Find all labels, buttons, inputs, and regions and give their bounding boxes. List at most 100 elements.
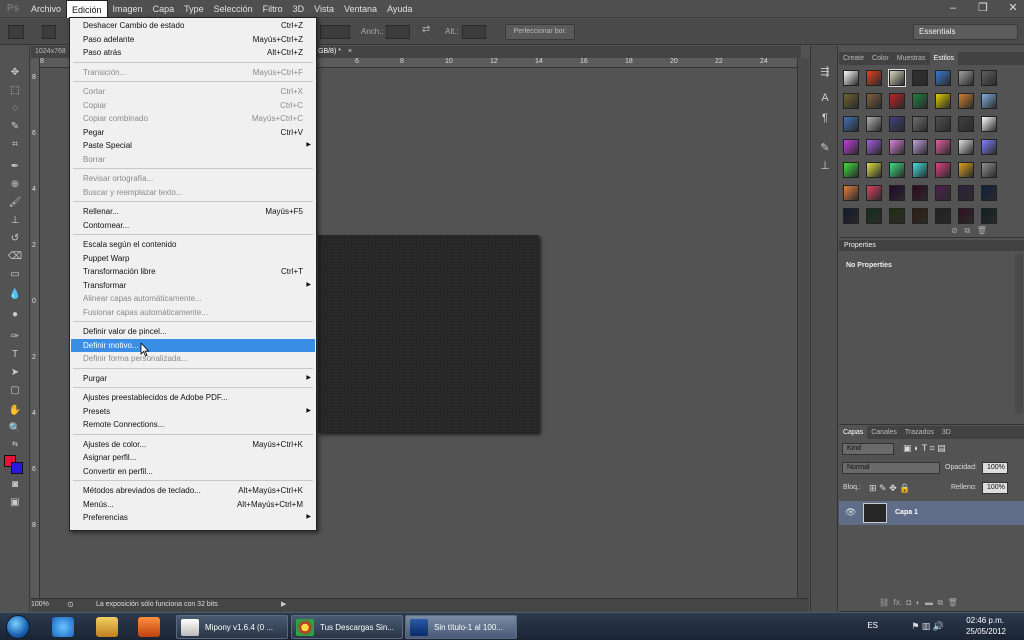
- visibility-eye-icon[interactable]: 👁: [845, 507, 856, 518]
- style-swatch[interactable]: [912, 70, 928, 86]
- properties-scrollbar[interactable]: [1015, 254, 1023, 414]
- healing-tool-icon[interactable]: ⊕: [6, 178, 24, 192]
- height-input[interactable]: [462, 25, 486, 39]
- type-tool-icon[interactable]: T: [6, 348, 24, 362]
- path-select-tool-icon[interactable]: ➤: [6, 366, 24, 380]
- panel-tab[interactable]: Create: [839, 52, 868, 65]
- status-info-icon[interactable]: ⊙: [67, 600, 74, 609]
- quick-select-tool-icon[interactable]: ✎: [6, 120, 24, 134]
- style-swatch[interactable]: [843, 139, 859, 155]
- panel-tab[interactable]: Canales: [867, 426, 901, 439]
- marquee-tool-icon[interactable]: ⬚: [6, 84, 24, 98]
- doc-tab-close-icon[interactable]: ×: [344, 46, 352, 58]
- document-canvas[interactable]: [318, 235, 539, 433]
- lasso-tool-icon[interactable]: ◌: [6, 102, 24, 116]
- swap-icon[interactable]: ⇄: [422, 24, 430, 35]
- style-swatch[interactable]: [843, 116, 859, 132]
- workspace-select[interactable]: Essentials: [913, 24, 1018, 40]
- refine-edge-button[interactable]: Perfeccionar bor.: [505, 24, 575, 40]
- layer-filter-icons[interactable]: ▣ ◐ T ⌗ ▤: [903, 443, 946, 454]
- language-indicator[interactable]: ES: [867, 621, 878, 630]
- quick-mask-icon[interactable]: ◙: [6, 478, 24, 492]
- menu-7[interactable]: 3D: [288, 0, 310, 18]
- blur-tool-icon[interactable]: 💧: [6, 288, 24, 302]
- edit-menu-item[interactable]: Paso adelante Mayús+Ctrl+Z: [71, 33, 315, 46]
- style-swatch[interactable]: [912, 185, 928, 201]
- style-select[interactable]: [320, 25, 350, 39]
- edit-menu-item[interactable]: Menús... Alt+Mayús+Ctrl+M: [71, 498, 315, 511]
- doc-tab-active[interactable]: GB/8) *: [314, 46, 341, 58]
- style-swatch[interactable]: [958, 139, 974, 155]
- style-swatch[interactable]: [958, 162, 974, 178]
- style-swatch[interactable]: [866, 162, 882, 178]
- style-swatch[interactable]: [912, 93, 928, 109]
- edit-menu-item[interactable]: Ajustes preestablecidos de Adobe PDF...: [71, 391, 315, 404]
- style-swatch[interactable]: [935, 70, 951, 86]
- style-swatch[interactable]: [866, 139, 882, 155]
- explorer-folder-icon[interactable]: [96, 617, 118, 637]
- edit-menu-item[interactable]: Definir valor de pincel...: [71, 325, 315, 338]
- style-swatch[interactable]: [935, 139, 951, 155]
- style-swatch[interactable]: [889, 185, 905, 201]
- media-player-icon[interactable]: [138, 617, 160, 637]
- style-swatch[interactable]: [866, 185, 882, 201]
- eraser-tool-icon[interactable]: ⌫: [6, 250, 24, 264]
- move-tool-icon[interactable]: ✥: [6, 66, 24, 80]
- style-swatch[interactable]: [958, 185, 974, 201]
- style-swatch[interactable]: [958, 116, 974, 132]
- eyedropper-tool-icon[interactable]: ✒: [6, 160, 24, 174]
- edit-menu-item[interactable]: Rellenar... Mayús+F5: [71, 205, 315, 218]
- style-swatch[interactable]: [866, 70, 882, 86]
- clock-date[interactable]: 25/05/2012: [966, 627, 1006, 636]
- style-swatch[interactable]: [981, 208, 997, 224]
- shape-tool-icon[interactable]: ▢: [6, 384, 24, 398]
- brush-preset-panel-icon[interactable]: ✎: [817, 140, 833, 156]
- dodge-tool-icon[interactable]: ●: [6, 308, 24, 322]
- style-swatch[interactable]: [958, 208, 974, 224]
- style-swatch[interactable]: [889, 139, 905, 155]
- style-swatch[interactable]: [981, 93, 997, 109]
- width-input[interactable]: [386, 25, 410, 39]
- style-swatch[interactable]: [981, 116, 997, 132]
- panel-tab[interactable]: Estilos: [929, 52, 959, 65]
- edit-menu-item[interactable]: Ajustes de color... Mayús+Ctrl+K: [71, 438, 315, 451]
- style-swatch[interactable]: [958, 70, 974, 86]
- style-swatch[interactable]: [935, 208, 951, 224]
- edit-menu-item[interactable]: Purgar ▶: [71, 372, 315, 385]
- history-panel-icon[interactable]: ⇶: [817, 64, 833, 80]
- screen-mode-icon[interactable]: ▣: [6, 496, 24, 510]
- menu-6[interactable]: Filtro: [258, 0, 288, 18]
- panel-tab[interactable]: 3D: [938, 426, 955, 439]
- style-swatch[interactable]: [866, 208, 882, 224]
- style-swatch[interactable]: [889, 208, 905, 224]
- style-swatch[interactable]: [935, 185, 951, 201]
- new-selection-icon[interactable]: [42, 25, 56, 39]
- start-button-icon[interactable]: [6, 615, 30, 639]
- style-swatch[interactable]: [889, 162, 905, 178]
- close-button[interactable]: ✕: [1002, 0, 1024, 16]
- style-swatch[interactable]: [981, 185, 997, 201]
- edit-menu-item[interactable]: Paste Special ▶: [71, 139, 315, 152]
- taskbar-task[interactable]: Mipony v1.6.4 (0 ...: [176, 615, 288, 639]
- taskbar-task[interactable]: Sin título-1 al 100...: [405, 615, 517, 639]
- layer-row[interactable]: 👁 Capa 1: [839, 501, 1024, 525]
- doc-tab-left[interactable]: 1024x768: [31, 46, 66, 58]
- menu-2[interactable]: Imagen: [108, 0, 148, 18]
- fill-input[interactable]: 100%: [982, 482, 1008, 494]
- panel-tab[interactable]: Muestras: [893, 52, 930, 65]
- menu-5[interactable]: Selección: [209, 0, 258, 18]
- style-swatch[interactable]: [889, 93, 905, 109]
- style-swatch[interactable]: [935, 116, 951, 132]
- status-arrow-icon[interactable]: ▶: [281, 600, 286, 608]
- properties-title[interactable]: Properties: [839, 240, 1024, 251]
- style-swatch[interactable]: [981, 162, 997, 178]
- edit-menu-item[interactable]: Convertir en perfil...: [71, 465, 315, 478]
- edit-menu-item[interactable]: Puppet Warp: [71, 252, 315, 265]
- clone-stamp-tool-icon[interactable]: ⊥: [6, 214, 24, 228]
- style-swatch[interactable]: [843, 208, 859, 224]
- panel-tab[interactable]: Color: [868, 52, 893, 65]
- style-swatch[interactable]: [843, 93, 859, 109]
- layer-filter-select[interactable]: Kind: [842, 443, 894, 455]
- menu-9[interactable]: Ventana: [339, 0, 382, 18]
- history-brush-tool-icon[interactable]: ↺: [6, 232, 24, 246]
